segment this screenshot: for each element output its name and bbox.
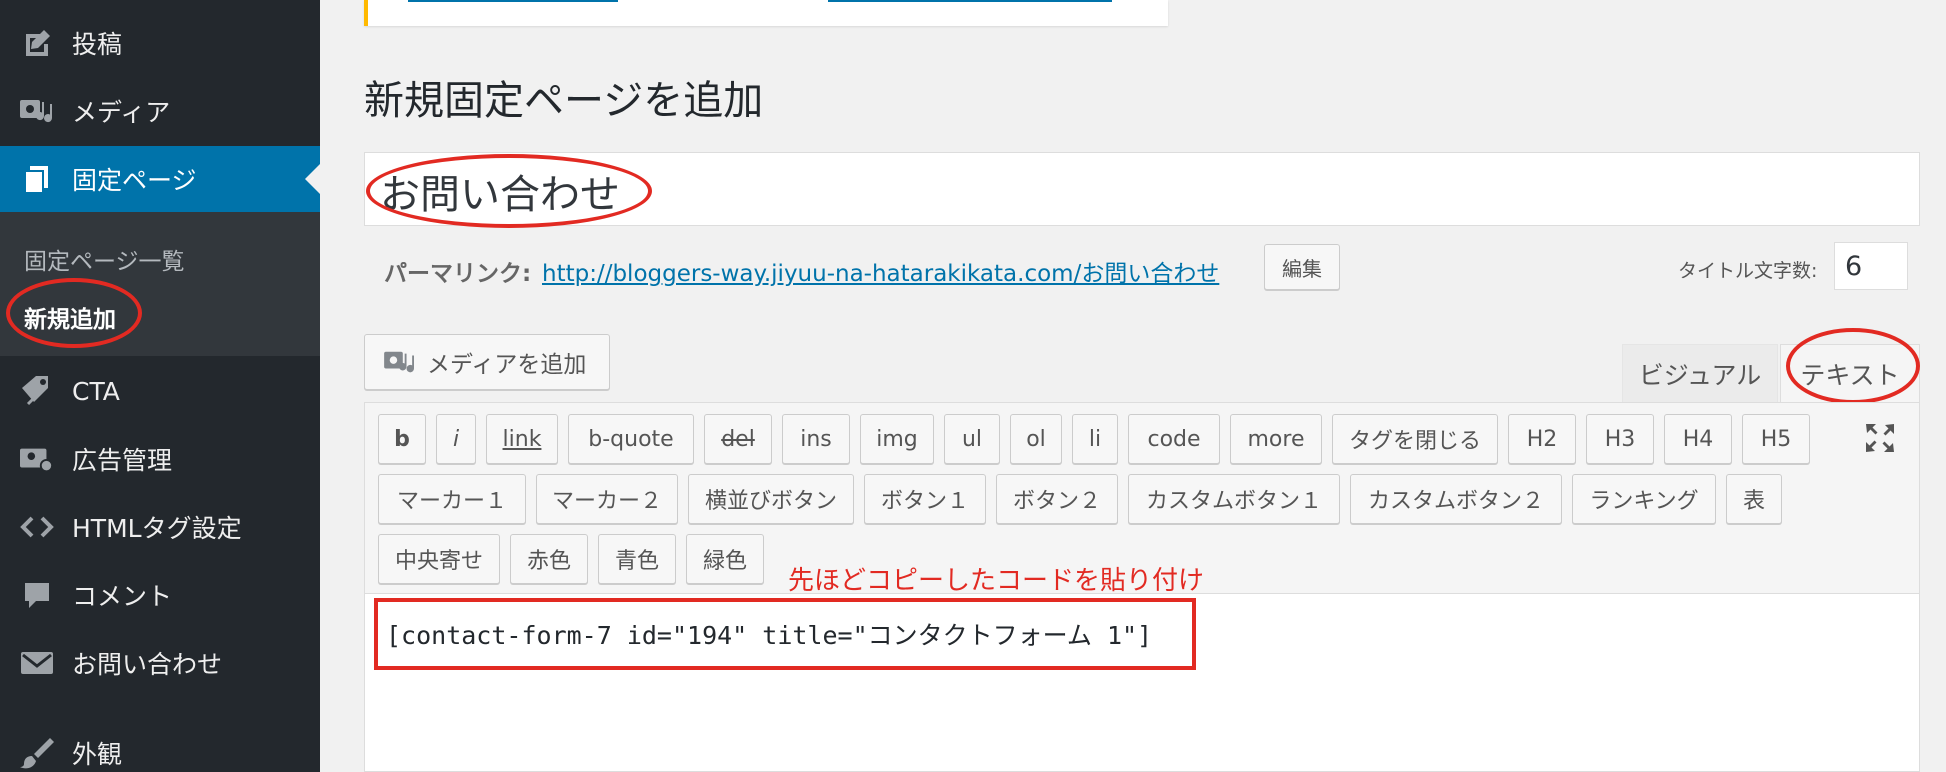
highlight-circle-title bbox=[366, 154, 652, 228]
sidebar-item-html-tags[interactable]: HTMLタグ設定 bbox=[0, 494, 320, 560]
qt-red-button[interactable]: 赤色 bbox=[510, 534, 588, 584]
sidebar-item-ads[interactable]: 広告管理 bbox=[0, 426, 320, 492]
qt-ins-button[interactable]: ins bbox=[782, 414, 850, 464]
sidebar-item-comments[interactable]: コメント bbox=[0, 562, 320, 628]
add-media-button[interactable]: メディアを追加 bbox=[364, 334, 610, 390]
permalink-label: パーマリンク: bbox=[384, 261, 532, 287]
ads-icon bbox=[20, 442, 54, 476]
qt-button1-button[interactable]: ボタン１ bbox=[864, 474, 986, 524]
qt-link-button[interactable]: link bbox=[486, 414, 558, 464]
qt-blue-button[interactable]: 青色 bbox=[598, 534, 676, 584]
page-title: 新規固定ページを追加 bbox=[364, 78, 764, 124]
tab-visual[interactable]: ビジュアル bbox=[1622, 344, 1778, 402]
sidebar-item-appearance[interactable]: 外観 bbox=[0, 720, 320, 772]
qt-ul-button[interactable]: ul bbox=[944, 414, 1000, 464]
qt-h5-button[interactable]: H5 bbox=[1742, 414, 1810, 464]
qt-custom-button2-button[interactable]: カスタムボタン２ bbox=[1350, 474, 1562, 524]
admin-notice bbox=[364, 0, 1168, 26]
edit-permalink-button[interactable]: 編集 bbox=[1264, 244, 1340, 290]
qt-button2-button[interactable]: ボタン２ bbox=[996, 474, 1118, 524]
qt-bold-button[interactable]: b bbox=[378, 414, 426, 464]
submenu-item-all-pages[interactable]: 固定ページ一覧 bbox=[24, 242, 185, 276]
sidebar-item-label: コメント bbox=[72, 582, 173, 611]
fullscreen-icon[interactable] bbox=[1862, 420, 1898, 456]
qt-code-button[interactable]: code bbox=[1128, 414, 1220, 464]
qt-h3-button[interactable]: H3 bbox=[1586, 414, 1654, 464]
pin-icon bbox=[20, 26, 54, 60]
mail-icon bbox=[20, 646, 54, 680]
sidebar-item-label: HTMLタグ設定 bbox=[72, 514, 242, 543]
qt-table-button[interactable]: 表 bbox=[1726, 474, 1782, 524]
permalink-link[interactable]: http://bloggers-way.jiyuu-na-hatarakikat… bbox=[542, 254, 1219, 288]
qt-h4-button[interactable]: H4 bbox=[1664, 414, 1732, 464]
qt-li-button[interactable]: li bbox=[1072, 414, 1118, 464]
editor-content[interactable]: [contact-form-7 id="194" title="コンタクトフォー… bbox=[386, 616, 1152, 652]
title-count-field[interactable]: 6 bbox=[1834, 242, 1908, 290]
sidebar-item-label: 固定ページ bbox=[72, 166, 197, 195]
qt-center-button[interactable]: 中央寄せ bbox=[378, 534, 500, 584]
qt-more-button[interactable]: more bbox=[1230, 414, 1322, 464]
sidebar-item-cta[interactable]: CTA bbox=[0, 358, 320, 424]
qt-marker1-button[interactable]: マーカー１ bbox=[378, 474, 526, 524]
highlight-circle-text-tab bbox=[1786, 328, 1920, 404]
qt-img-button[interactable]: img bbox=[860, 414, 934, 464]
title-count-label: タイトル文字数: bbox=[1678, 260, 1818, 282]
sidebar-item-contact[interactable]: お問い合わせ bbox=[0, 630, 320, 696]
qt-ranking-button[interactable]: ランキング bbox=[1572, 474, 1716, 524]
sidebar-item-label: 投稿 bbox=[72, 30, 123, 59]
highlight-circle-add-new bbox=[6, 278, 142, 348]
media-icon bbox=[20, 94, 54, 128]
sidebar-item-label: CTA bbox=[72, 376, 120, 406]
qt-bquote-button[interactable]: b-quote bbox=[568, 414, 694, 464]
sidebar-item-media[interactable]: メディア bbox=[0, 78, 320, 144]
sidebar-item-label: 広告管理 bbox=[72, 446, 173, 475]
qt-green-button[interactable]: 緑色 bbox=[686, 534, 764, 584]
code-icon bbox=[20, 510, 54, 544]
qt-marker2-button[interactable]: マーカー２ bbox=[536, 474, 678, 524]
pages-icon bbox=[20, 162, 54, 196]
qt-ol-button[interactable]: ol bbox=[1010, 414, 1062, 464]
qt-del-button[interactable]: del bbox=[704, 414, 772, 464]
sidebar-item-posts[interactable]: 投稿 bbox=[0, 10, 320, 76]
tag-icon bbox=[20, 374, 54, 408]
media-icon bbox=[383, 345, 417, 379]
qt-custom-button1-button[interactable]: カスタムボタン１ bbox=[1128, 474, 1340, 524]
sidebar-item-label: お問い合わせ bbox=[72, 650, 223, 679]
notice-link[interactable] bbox=[408, 0, 618, 2]
qt-inline-buttons-button[interactable]: 横並びボタン bbox=[688, 474, 854, 524]
qt-italic-button[interactable]: i bbox=[436, 414, 476, 464]
notice-link[interactable] bbox=[828, 0, 1112, 2]
sidebar-item-label: 外観 bbox=[72, 740, 123, 769]
annotation-text: 先ほどコピーしたコードを貼り付け bbox=[788, 566, 1205, 596]
add-media-label: メディアを追加 bbox=[427, 352, 587, 378]
sidebar-item-pages[interactable]: 固定ページ bbox=[0, 146, 320, 212]
sidebar-item-label: メディア bbox=[72, 98, 171, 127]
comment-icon bbox=[20, 578, 54, 612]
admin-sidebar: 投稿 メディア 固定ページ 固定ページ一覧 新規追加 CTA 広告管理 HTML… bbox=[0, 0, 320, 772]
qt-h2-button[interactable]: H2 bbox=[1508, 414, 1576, 464]
qt-close-tags-button[interactable]: タグを閉じる bbox=[1332, 414, 1498, 464]
brush-icon bbox=[20, 736, 54, 770]
